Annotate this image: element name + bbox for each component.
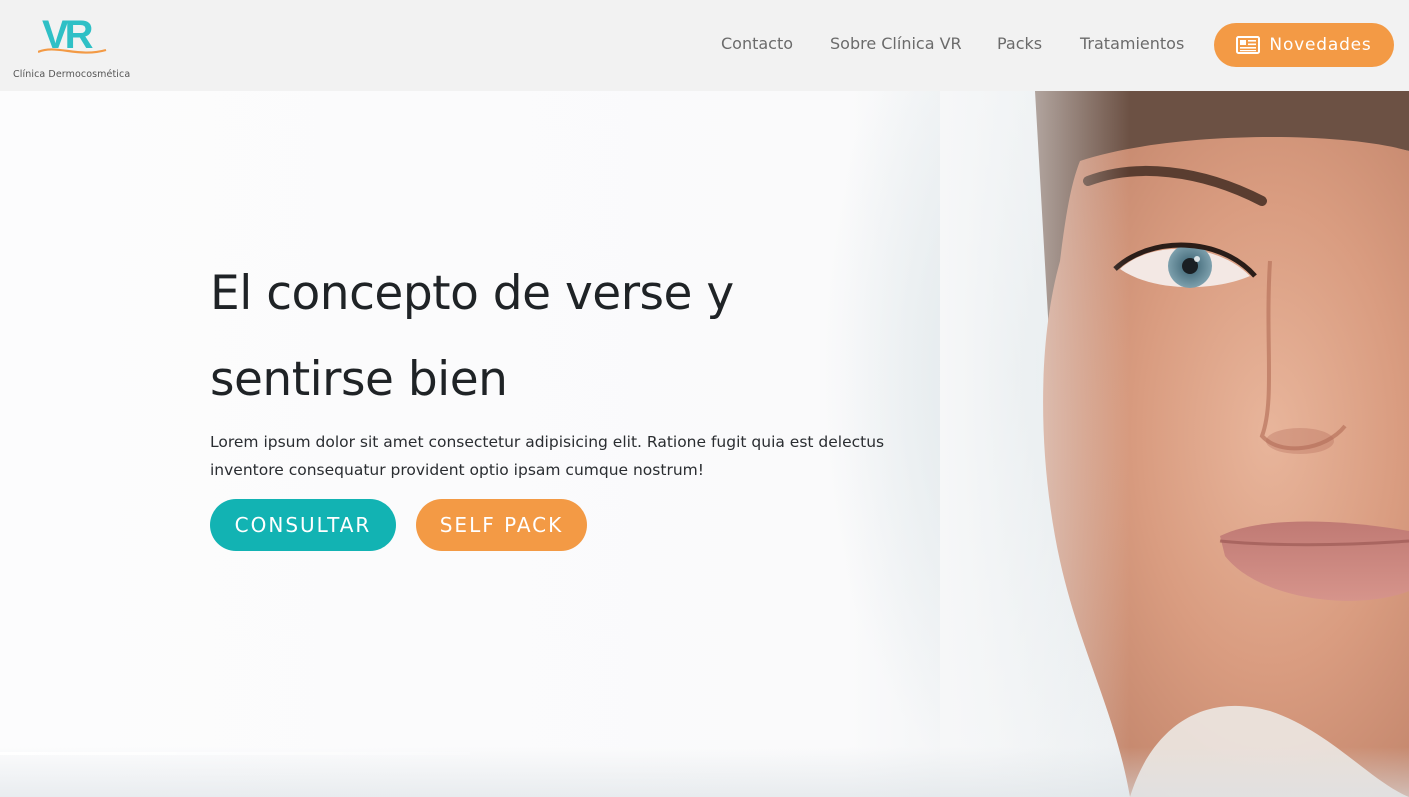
hero-headline-line2: sentirse bien bbox=[210, 352, 508, 407]
hero-portrait-image bbox=[940, 91, 1409, 797]
consultar-button[interactable]: CONSULTAR bbox=[210, 499, 396, 551]
logo-subtitle: Clínica Dermocosmética bbox=[13, 69, 131, 80]
nav-item-tratamientos[interactable]: Tratamientos bbox=[1080, 34, 1184, 53]
self-pack-button[interactable]: SELF PACK bbox=[416, 499, 587, 551]
site-logo[interactable]: VR Clínica Dermocosmética bbox=[12, 14, 137, 82]
newspaper-icon bbox=[1236, 36, 1261, 54]
nav-item-sobre-clinica[interactable]: Sobre Clínica VR bbox=[830, 34, 962, 53]
hero-divider-line bbox=[0, 752, 470, 755]
hero-lead-text: Lorem ipsum dolor sit amet consectetur a… bbox=[210, 433, 885, 479]
vr-logo-mark: VR bbox=[38, 14, 107, 57]
nav-item-packs[interactable]: Packs bbox=[997, 34, 1042, 53]
site-header: VR Clínica Dermocosmética Contacto Sobre… bbox=[0, 0, 1409, 91]
novedades-button[interactable]: Novedades bbox=[1214, 23, 1394, 67]
hero-section: El concepto de verse y sentirse bien Lor… bbox=[0, 91, 1409, 797]
nav-item-contacto[interactable]: Contacto bbox=[721, 34, 793, 53]
novedades-label: Novedades bbox=[1269, 35, 1372, 55]
hero-headline-line1: El concepto de verse y bbox=[210, 266, 734, 321]
hero-headline: El concepto de verse y sentirse bien bbox=[210, 251, 850, 423]
